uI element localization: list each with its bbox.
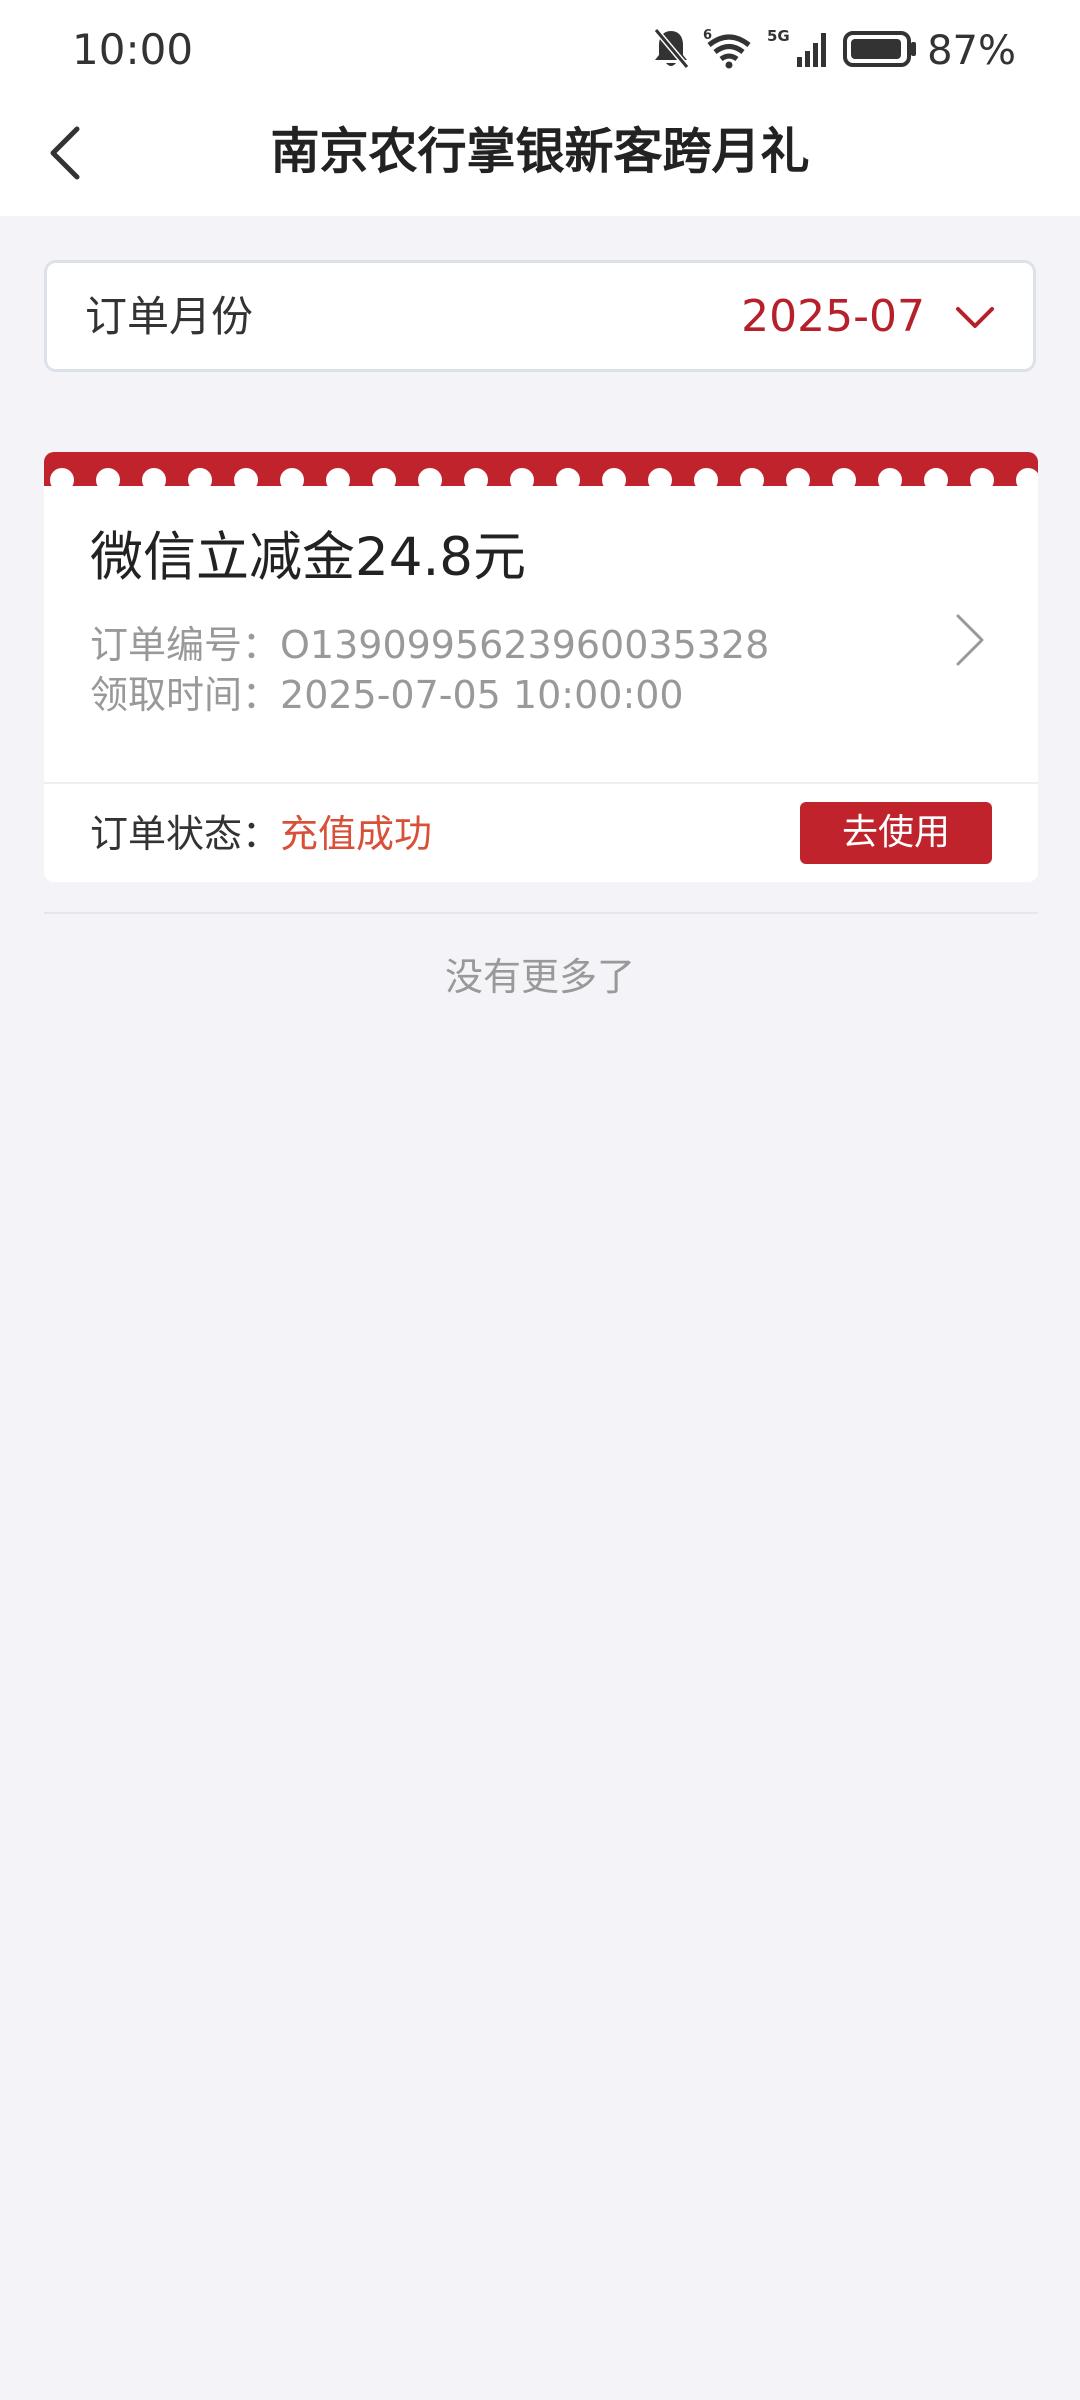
use-button[interactable]: 去使用 (800, 802, 992, 864)
card-header-dot (924, 468, 948, 492)
order-number-value: O1390995623960035328 (280, 623, 770, 667)
chevron-down-icon (955, 305, 995, 335)
card-header-dot (510, 468, 534, 492)
card-header-dot (970, 468, 994, 492)
card-header-dot (188, 468, 212, 492)
order-status-label: 订单状态： (90, 812, 281, 856)
card-header-dot (96, 468, 120, 492)
signal-5g-icon: 5G (767, 27, 831, 75)
battery-icon (843, 27, 919, 75)
card-header-dot (648, 468, 672, 492)
nav-bar: 南京农行掌银新客跨月礼 (0, 100, 1080, 216)
card-header-dot (418, 468, 442, 492)
status-bar: 10:00 6 5G 87% (0, 0, 1080, 100)
card-header-dot (464, 468, 488, 492)
card-header-dot (786, 468, 810, 492)
card-header-dot (372, 468, 396, 492)
card-header-dot (556, 468, 580, 492)
card-header-dot (50, 468, 74, 492)
order-month-selector[interactable]: 订单月份 2025-07 (44, 260, 1036, 372)
claim-time-label: 领取时间： (90, 673, 281, 717)
card-header-dot (694, 468, 718, 492)
list-divider (44, 912, 1038, 914)
card-header-dots (44, 468, 1038, 498)
card-header-dot (280, 468, 304, 492)
order-number-label: 订单编号： (90, 623, 281, 667)
top-bar: 10:00 6 5G 87% 南京农行掌银新客跨月礼 (0, 0, 1080, 216)
battery-percent: 87% (927, 28, 1016, 74)
card-header-dot (234, 468, 258, 492)
svg-text:5G: 5G (767, 27, 790, 45)
no-more-text: 没有更多了 (444, 955, 635, 999)
order-title: 微信立减金24.8元 (90, 527, 527, 588)
order-number-row: 订单编号：O1390995623960035328 (90, 620, 769, 670)
card-header-dot (832, 468, 856, 492)
order-month-label: 订单月份 (85, 292, 254, 341)
order-card[interactable]: 微信立减金24.8元 订单编号：O1390995623960035328 领取时… (44, 452, 1038, 882)
order-status: 订单状态：充值成功 (90, 810, 432, 858)
card-header-dot (326, 468, 350, 492)
card-header-dot (142, 468, 166, 492)
card-header-dot (740, 468, 764, 492)
status-time: 10:00 (72, 25, 194, 74)
order-status-value: 充值成功 (280, 812, 433, 856)
card-header-dot (1016, 468, 1038, 492)
status-icons: 6 5G 87% (639, 22, 1016, 80)
claim-time-value: 2025-07-05 10:00:00 (280, 673, 684, 717)
order-month-value: 2025-07 (741, 291, 925, 342)
order-info: 订单编号：O1390995623960035328 领取时间：2025-07-0… (90, 620, 769, 720)
card-divider (44, 782, 1038, 784)
page-title: 南京农行掌银新客跨月礼 (270, 123, 810, 180)
wifi-icon: 6 (703, 27, 755, 75)
card-header-dot (878, 468, 902, 492)
card-header-dot (602, 468, 626, 492)
chevron-right-icon[interactable] (954, 612, 986, 672)
bell-muted-icon (651, 27, 691, 75)
claim-time-row: 领取时间：2025-07-05 10:00:00 (90, 670, 769, 720)
